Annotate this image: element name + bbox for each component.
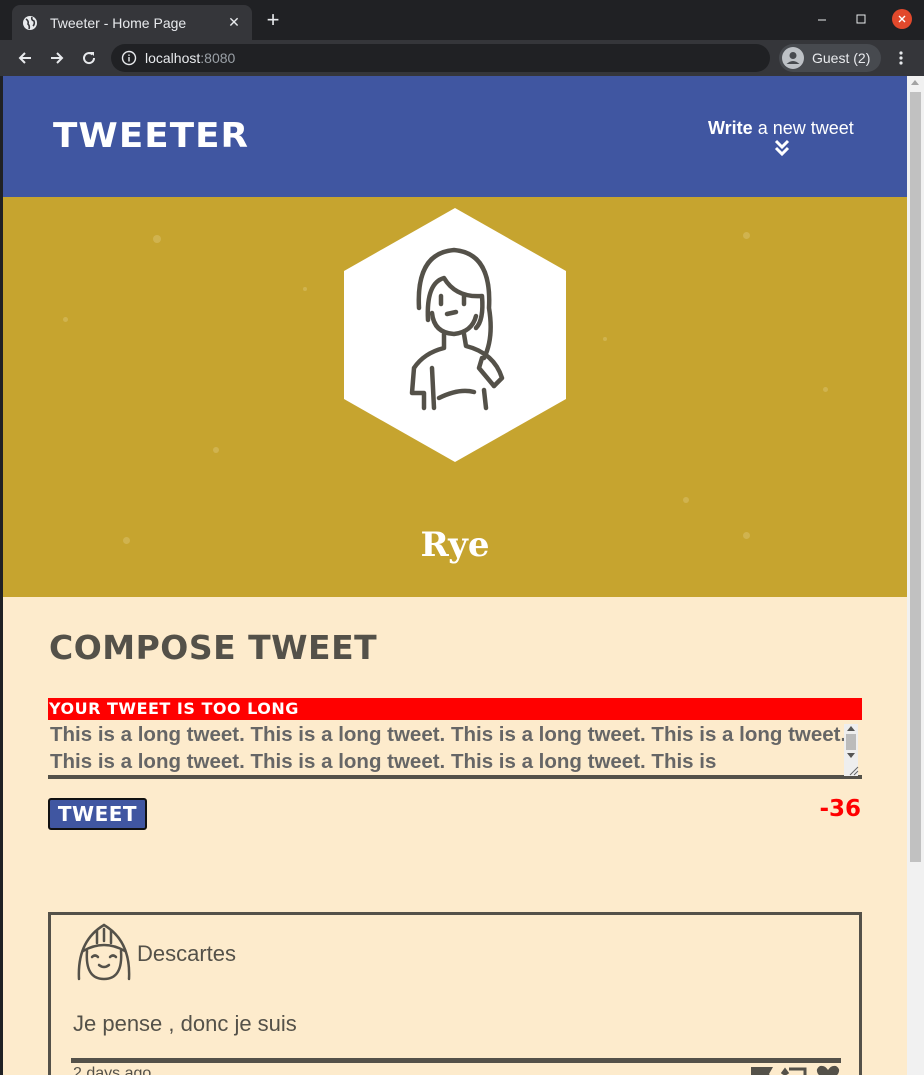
url-port: :8080 xyxy=(200,50,236,66)
write-bold-label: Write xyxy=(708,118,753,138)
tweet-textarea[interactable]: This is a long tweet. This is a long twe… xyxy=(48,721,862,779)
tweet-divider xyxy=(71,1058,841,1063)
brand-logo[interactable]: tweeter xyxy=(53,116,249,156)
tweet-content: Je pense , donc je suis xyxy=(73,1011,297,1036)
tweet-user-avatar xyxy=(77,923,131,981)
user-avatar xyxy=(344,208,566,462)
write-new-tweet-link[interactable]: Write a new tweet xyxy=(708,118,854,139)
page-scrollbar[interactable] xyxy=(907,76,924,1075)
info-icon[interactable] xyxy=(121,50,137,66)
back-arrow-icon[interactable] xyxy=(13,46,37,70)
tweet-actions xyxy=(749,1065,841,1075)
tweet-button[interactable]: tweet xyxy=(48,798,147,830)
globe-icon xyxy=(22,15,38,31)
flag-icon[interactable] xyxy=(749,1065,775,1075)
scrollbar-thumb[interactable] xyxy=(910,92,921,862)
tweet-timestamp: 2 days ago xyxy=(73,1065,152,1075)
minimize-window-button[interactable] xyxy=(812,9,832,29)
page-viewport: tweeter Write a new tweet xyxy=(3,76,907,1075)
address-bar[interactable]: localhost :8080 xyxy=(111,44,770,72)
browser-tab[interactable]: Tweeter - Home Page ✕ xyxy=(12,5,252,40)
browser-tab-strip: Tweeter - Home Page ✕ + xyxy=(0,0,924,40)
browser-toolbar: localhost :8080 Guest (2) xyxy=(0,40,924,76)
profile-button[interactable]: Guest (2) xyxy=(779,44,881,72)
person-icon xyxy=(782,47,804,69)
heart-icon[interactable] xyxy=(815,1065,841,1075)
scroll-up-arrow-icon[interactable] xyxy=(911,80,919,85)
close-tab-icon[interactable]: ✕ xyxy=(226,14,242,31)
tab-title: Tweeter - Home Page xyxy=(50,14,187,31)
tweet-username: Descartes xyxy=(137,941,237,966)
char-counter: -36 xyxy=(819,796,861,822)
new-tab-button[interactable]: + xyxy=(262,9,284,32)
close-window-button[interactable] xyxy=(892,9,912,29)
profile-header: Rye xyxy=(3,197,907,597)
compose-title: compose tweet xyxy=(49,628,378,667)
resize-handle-icon[interactable] xyxy=(848,765,859,776)
maximize-window-button[interactable] xyxy=(851,9,871,29)
error-message: your tweet is too long xyxy=(48,698,862,720)
more-menu-icon[interactable] xyxy=(891,48,911,68)
profile-name: Rye xyxy=(420,525,490,565)
write-rest-label: a new tweet xyxy=(752,118,854,138)
top-navbar: tweeter Write a new tweet xyxy=(3,76,907,197)
double-chevron-down-icon[interactable] xyxy=(774,139,790,157)
tweet-card: Descartes Je pense , donc je suis 2 days… xyxy=(48,912,862,1075)
retweet-icon[interactable] xyxy=(781,1065,809,1075)
reload-icon[interactable] xyxy=(77,46,101,70)
forward-arrow-icon[interactable] xyxy=(45,46,69,70)
profile-label: Guest (2) xyxy=(812,50,871,66)
url-host: localhost xyxy=(145,50,201,66)
